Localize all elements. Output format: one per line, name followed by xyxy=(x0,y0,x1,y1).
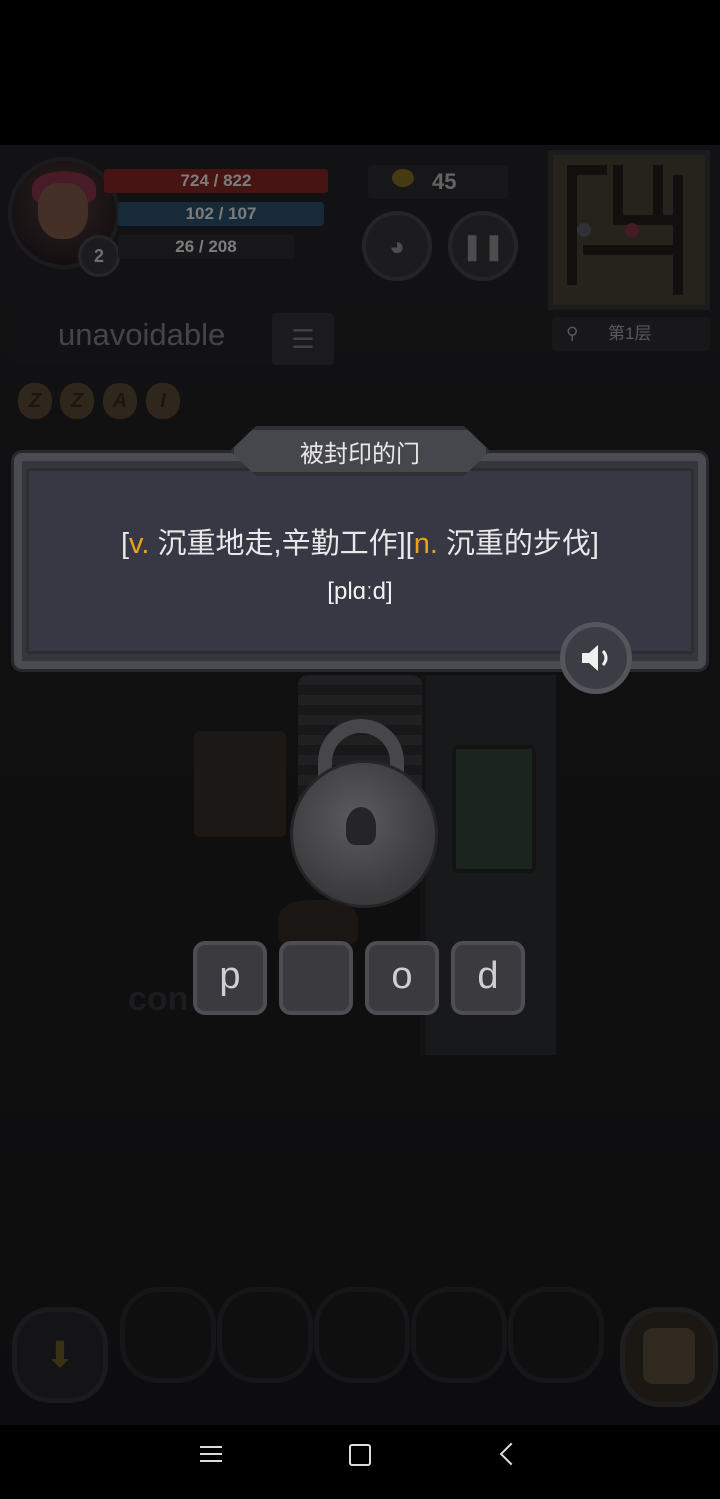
word-meaning: [v. 沉重地走,辛勤工作][n. 沉重的步伐] xyxy=(26,520,694,562)
meaning-definition: 沉重地走,辛勤工作] xyxy=(149,528,406,560)
phonetic: [plɑːd] xyxy=(327,578,393,605)
recent-apps-button[interactable] xyxy=(200,1446,222,1464)
home-button[interactable] xyxy=(349,1444,371,1466)
popup-title: 被封印的门 xyxy=(300,441,420,468)
part-of-speech: v. xyxy=(129,528,150,560)
part-of-speech: n. xyxy=(413,528,438,560)
pronounce-button[interactable] xyxy=(560,622,632,694)
speaker-icon xyxy=(582,645,608,671)
meaning-bracket: [ xyxy=(405,528,414,560)
dim-overlay xyxy=(0,145,720,1425)
meaning-bracket: [ xyxy=(120,528,130,560)
game-view: 2 724 / 822 102 / 107 26 / 208 45 ◕ ❚❚ ⚲… xyxy=(0,145,720,1425)
meaning-definition: 沉重的步伐] xyxy=(437,528,599,560)
